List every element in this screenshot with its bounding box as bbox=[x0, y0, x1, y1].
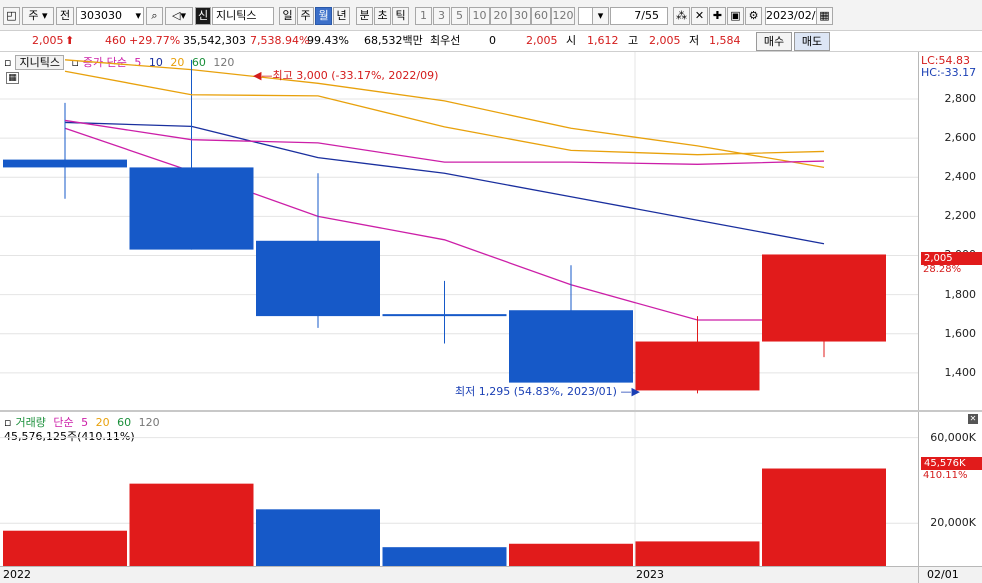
trade-ratio: 99.43% bbox=[307, 34, 349, 47]
stock-code-value: 303030 bbox=[80, 9, 122, 22]
price-tick-label: 2,400 bbox=[944, 170, 977, 184]
chevron-down-icon[interactable]: ▾ bbox=[135, 8, 141, 24]
tab-month[interactable]: 월 bbox=[315, 7, 332, 25]
price-chart-svg bbox=[0, 52, 918, 410]
price-change: 460 bbox=[105, 34, 126, 47]
trade-volume: 35,542,303 bbox=[183, 34, 246, 47]
candle-body bbox=[256, 240, 380, 317]
volume-tick-label: 60,000K bbox=[930, 430, 976, 444]
price-tick-label: 1,400 bbox=[944, 365, 977, 379]
current-date-label: 02/01 bbox=[918, 567, 982, 583]
stock-name[interactable]: 지니틱스 bbox=[212, 7, 274, 25]
volume-bar bbox=[129, 483, 254, 566]
volume-chart-pane[interactable]: ▫ 거래량 단순 5 20 60 120 45,576,125주(410.11%) bbox=[0, 412, 918, 566]
price-tick-label: 1,800 bbox=[944, 287, 977, 301]
interval-5[interactable]: 5 bbox=[451, 7, 468, 25]
volume-ratio: 7,538.94% bbox=[250, 34, 310, 47]
volume-bar bbox=[256, 509, 380, 566]
low-price: 1,584 bbox=[709, 34, 741, 47]
volume-bar bbox=[3, 530, 127, 566]
draw-icon[interactable]: ✕ bbox=[691, 7, 708, 25]
best-price: 2,005 bbox=[526, 34, 558, 47]
volume-bar bbox=[635, 541, 760, 566]
candle-body bbox=[509, 310, 633, 383]
hc-label: HC:-33.17 bbox=[921, 66, 977, 79]
volume-bar bbox=[762, 468, 886, 566]
high-price: 2,005 bbox=[649, 34, 681, 47]
volume-tick-label: 20,000K bbox=[930, 516, 976, 530]
interval-1[interactable]: 1 bbox=[415, 7, 432, 25]
vol-ma20-line bbox=[64, 70, 825, 156]
candle-body bbox=[3, 159, 127, 168]
best-value: 0 bbox=[489, 34, 496, 47]
interval-20[interactable]: 20 bbox=[490, 7, 511, 25]
tab-tick[interactable]: 틱 bbox=[392, 7, 409, 25]
tab-second[interactable]: 초 bbox=[374, 7, 391, 25]
current-volume-pct: 410.11% bbox=[923, 470, 968, 481]
interval-30[interactable]: 30 bbox=[511, 7, 531, 25]
tab-day[interactable]: 일 bbox=[279, 7, 296, 25]
price-tick-label: 2,600 bbox=[944, 131, 977, 145]
interval-3[interactable]: 3 bbox=[433, 7, 450, 25]
search-icon[interactable]: ⌕ bbox=[146, 7, 163, 25]
candle-body bbox=[762, 254, 886, 342]
high-label: 고 bbox=[628, 34, 639, 47]
best-label: 최우선 bbox=[430, 34, 461, 47]
stock-code-input[interactable]: 303030 ▾ bbox=[76, 7, 144, 25]
page-counter: 7/55 bbox=[610, 7, 668, 25]
save-icon[interactable]: ▣ bbox=[727, 7, 744, 25]
scope-button[interactable]: 전 bbox=[56, 7, 74, 25]
period-label: 주 bbox=[28, 9, 39, 22]
open-label: 시 bbox=[566, 34, 577, 47]
toolbar: ◰ 주 ▾ 전 303030 ▾ ⌕ ◁▾ 신 지니틱스 일 주 월 년 분 초… bbox=[0, 0, 982, 31]
current-price: 2,005 bbox=[32, 34, 64, 47]
tab-year[interactable]: 년 bbox=[333, 7, 350, 25]
x-label-2022: 2022 bbox=[3, 568, 31, 581]
low-label: 저 bbox=[689, 34, 700, 47]
interval-10[interactable]: 10 bbox=[469, 7, 490, 25]
price-tick-label: 2,800 bbox=[944, 91, 977, 105]
price-chart-pane[interactable]: ▫ 지니틱스 ▫ 종가 단순 5 10 20 60 120 ▦ ◀—최고 3,000… bbox=[0, 52, 918, 410]
volume-chart-svg bbox=[0, 412, 918, 566]
open-price: 1,612 bbox=[587, 34, 619, 47]
current-volume-chip: 45,576K bbox=[921, 457, 982, 470]
tab-week[interactable]: 주 bbox=[297, 7, 314, 25]
price-tick-label: 2,200 bbox=[944, 209, 977, 223]
period-select[interactable]: 주 ▾ bbox=[22, 7, 54, 25]
close-icon[interactable]: ✕ bbox=[968, 414, 978, 424]
up-arrow-icon: ⬆ bbox=[65, 34, 75, 47]
price-change-pct: +29.77% bbox=[129, 34, 181, 47]
max-price-note: ◀—최고 3,000 (-33.17%, 2022/09) bbox=[253, 69, 439, 82]
volume-bar bbox=[509, 543, 633, 566]
pattern-icon[interactable]: ⁂ bbox=[673, 7, 690, 25]
volume-bar bbox=[382, 547, 507, 566]
price-tick-label: 1,600 bbox=[944, 326, 977, 340]
left-arrow-icon: ◀— bbox=[253, 69, 273, 82]
right-arrow-icon: —▶ bbox=[616, 385, 640, 398]
quote-bar: 2,005 ⬆ 460 +29.77% 35,542,303 7,538.94%… bbox=[0, 31, 982, 52]
chevron-down-icon[interactable]: ▾ bbox=[592, 7, 609, 25]
candle-body bbox=[129, 167, 254, 250]
buy-button[interactable]: 매수 bbox=[756, 32, 792, 51]
volume-axis: ✕ 60,000K 20,000K 45,576K 410.11% bbox=[918, 412, 982, 566]
window-icon[interactable]: ◰ bbox=[3, 7, 20, 25]
cross-icon[interactable]: ✚ bbox=[709, 7, 726, 25]
gear-icon[interactable]: ⚙ bbox=[745, 7, 762, 25]
tab-minute[interactable]: 분 bbox=[356, 7, 373, 25]
interval-120[interactable]: 120 bbox=[551, 7, 575, 25]
candle-body bbox=[382, 314, 507, 317]
interval-60[interactable]: 60 bbox=[531, 7, 551, 25]
calendar-icon[interactable]: ▦ bbox=[816, 7, 833, 25]
sell-button[interactable]: 매도 bbox=[794, 32, 830, 51]
candle-body bbox=[635, 341, 760, 391]
ma20-line bbox=[64, 59, 825, 169]
min-price-note: 최저 1,295 (54.83%, 2023/01) —▶ bbox=[455, 385, 640, 398]
price-axis: LC:54.83 HC:-33.17 2,8002,6002,4002,2002… bbox=[918, 52, 982, 410]
trade-amount: 68,532백만 bbox=[364, 34, 423, 47]
x-label-2023: 2023 bbox=[636, 568, 664, 581]
time-axis: 2022 2023 02/01 bbox=[0, 566, 982, 583]
new-listing-tag: 신 bbox=[195, 7, 211, 25]
speaker-icon[interactable]: ◁▾ bbox=[165, 7, 193, 25]
current-price-pct: 28.28% bbox=[923, 264, 962, 275]
